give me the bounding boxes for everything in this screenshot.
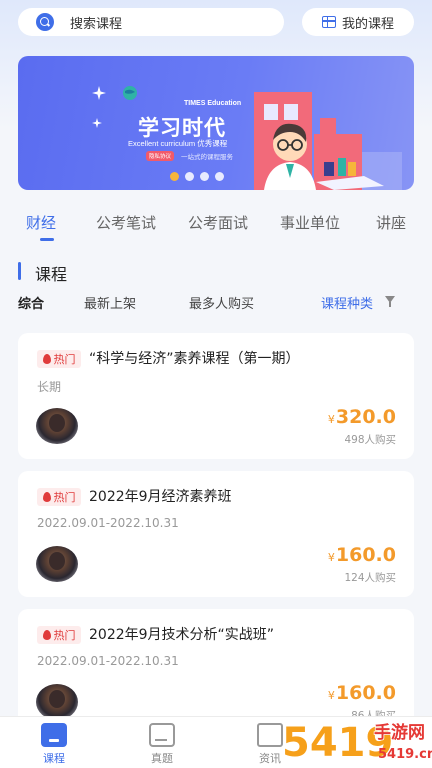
teacher-avatar xyxy=(36,408,78,444)
search-icon xyxy=(36,13,54,31)
banner-pagination[interactable] xyxy=(170,172,224,181)
site-watermark-logo: 5419 手游网 5419.cn xyxy=(281,719,432,767)
banner-dot-2[interactable] xyxy=(185,172,194,181)
nav-label: 课程 xyxy=(43,752,65,765)
price-value: 320.0 xyxy=(335,406,396,428)
section-title: 课程 xyxy=(35,265,68,284)
hot-badge: 热门 xyxy=(37,488,81,506)
banner-sparkle-icon xyxy=(92,86,106,100)
banner-globe-icon xyxy=(123,86,137,100)
banner-dot-1[interactable] xyxy=(170,172,179,181)
flame-icon xyxy=(42,492,51,502)
teacher-avatar xyxy=(36,684,78,720)
category-tabs: 财经 公考笔试 公考面试 事业单位 讲座 xyxy=(0,212,432,246)
purchase-count: 498人购买 xyxy=(344,434,396,446)
tab-public-institution[interactable]: 事业单位 xyxy=(280,212,340,233)
course-title: 2022年9月技术分析“实战班” xyxy=(89,627,275,643)
purchase-count: 124人购买 xyxy=(344,572,396,584)
banner-dot-3[interactable] xyxy=(200,172,209,181)
search-placeholder: 搜索课程 xyxy=(70,16,123,32)
filter-course-type[interactable]: 课程种类 xyxy=(321,293,373,312)
course-title: 2022年9月经济素养班 xyxy=(89,489,232,505)
nav-item-courses[interactable]: 课程 xyxy=(24,723,84,766)
currency-symbol: ¥ xyxy=(327,413,335,426)
hot-label: 热门 xyxy=(53,629,76,642)
section-marker xyxy=(18,262,21,280)
price-value: 160.0 xyxy=(335,682,396,704)
flame-icon xyxy=(42,630,51,640)
flame-icon xyxy=(42,354,51,364)
hot-label: 热门 xyxy=(53,353,76,366)
tab-lecture[interactable]: 讲座 xyxy=(376,212,406,233)
teacher-avatar xyxy=(36,546,78,582)
promo-banner[interactable]: TIMES Education 学习时代 Excellent curriculu… xyxy=(18,56,414,190)
course-price: ¥160.0 xyxy=(328,682,396,704)
tab-civil-interview[interactable]: 公考面试 xyxy=(188,212,248,233)
filter-newest[interactable]: 最新上架 xyxy=(84,293,136,312)
banner-description: 一站式的课程服务 xyxy=(181,153,233,161)
nav-item-exams[interactable]: 真题 xyxy=(132,723,192,766)
filter-comprehensive[interactable]: 综合 xyxy=(18,293,44,312)
banner-dot-4[interactable] xyxy=(215,172,224,181)
search-input[interactable]: 搜索课程 xyxy=(18,8,284,36)
calendar-grid-icon xyxy=(321,16,336,28)
hot-badge: 热门 xyxy=(37,350,81,368)
filter-most-bought[interactable]: 最多人购买 xyxy=(189,293,254,312)
course-card[interactable]: 热门 2022年9月经济素养班 2022.09.01-2022.10.31 ¥1… xyxy=(18,471,414,597)
tab-finance[interactable]: 财经 xyxy=(26,212,56,233)
exam-doc-icon xyxy=(149,723,175,747)
course-book-icon xyxy=(41,723,67,747)
currency-symbol: ¥ xyxy=(327,551,335,564)
nav-label: 真题 xyxy=(151,752,173,765)
funnel-icon[interactable] xyxy=(385,296,395,307)
price-value: 160.0 xyxy=(335,544,396,566)
course-title: “科学与经济”素养课程（第一期） xyxy=(89,351,300,367)
active-tab-indicator xyxy=(40,238,54,241)
course-period: 2022.09.01-2022.10.31 xyxy=(37,654,179,668)
course-price: ¥320.0 xyxy=(328,406,396,428)
currency-symbol: ¥ xyxy=(327,689,335,702)
banner-tagline: Excellent curriculum 优秀课程 xyxy=(128,139,228,148)
sort-filter-bar: 综合 最新上架 最多人购买 课程种类 xyxy=(0,293,432,315)
my-courses-label: 我的课程 xyxy=(341,16,394,32)
banner-sparkle-icon-2 xyxy=(92,118,102,128)
svg-text:手游网: 手游网 xyxy=(374,722,425,743)
banner-teacher-illustration xyxy=(254,92,402,190)
my-courses-button[interactable]: 我的课程 xyxy=(302,8,414,36)
hot-label: 热门 xyxy=(53,491,76,504)
course-period: 2022.09.01-2022.10.31 xyxy=(37,516,179,530)
tab-civil-written[interactable]: 公考笔试 xyxy=(96,212,156,233)
banner-subtitle-en: TIMES Education xyxy=(184,100,242,107)
course-price: ¥160.0 xyxy=(328,544,396,566)
course-card[interactable]: 热门 “科学与经济”素养课程（第一期） 长期 ¥320.0 498人购买 xyxy=(18,333,414,459)
hot-badge: 热门 xyxy=(37,626,81,644)
svg-text:5419.cn: 5419.cn xyxy=(378,747,432,762)
course-period: 长期 xyxy=(37,380,62,394)
banner-badge: 隐私协议 xyxy=(146,151,175,161)
